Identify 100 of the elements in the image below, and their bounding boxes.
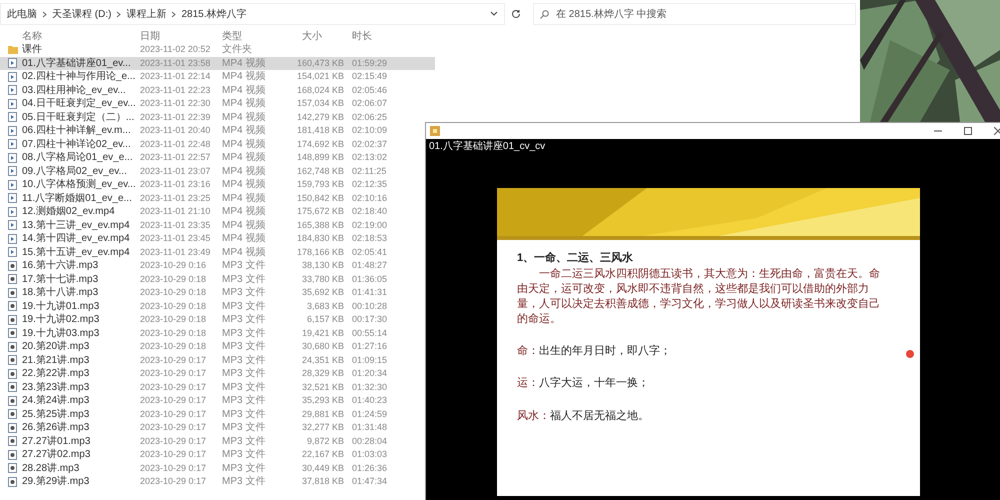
slide-heading: 1、一命、二运、三风水 (517, 250, 634, 266)
file-type: MP3 文件 (222, 366, 266, 382)
file-size: 9,872 KB (306, 434, 344, 448)
column-header[interactable]: 时长 (344, 28, 394, 44)
file-type: MP3 文件 (222, 326, 266, 340)
file-date: 2023-10-29 0:16 (140, 259, 208, 272)
file-type: MP3 文件 (222, 474, 266, 490)
file-duration: 01:31:48 (352, 421, 388, 434)
file-type: MP4 视频 (222, 56, 266, 70)
file-name: 02.四柱十神与作用论_e... (22, 70, 136, 84)
file-name: 19.十九讲02.mp3 (22, 312, 100, 328)
file-date: 2023-10-29 0:18 (140, 286, 208, 299)
file-size: 33,780 KB (302, 272, 344, 286)
file-size: 3,683 KB (306, 300, 344, 312)
file-duration: 00:10:28 (352, 300, 388, 312)
file-size: 165,388 KB (296, 218, 344, 232)
breadcrumb-item[interactable]: 2815.林烨八字 (181, 6, 246, 22)
breadcrumb-item[interactable]: 此电脑 (7, 6, 37, 22)
file-name: 06.四柱十神详解_ev.m... (22, 124, 132, 138)
term-label: 运： (517, 376, 539, 391)
video-file-icon (8, 234, 17, 244)
audio-file-icon (8, 476, 17, 487)
audio-file-icon (8, 409, 17, 420)
breadcrumb-item[interactable]: 天圣课程 (D:) (52, 6, 112, 22)
file-size: 178,166 KB (296, 246, 344, 258)
file-date: 2023-11-01 22:48 (140, 138, 212, 150)
audio-file-icon (8, 382, 17, 392)
file-name: 21.第21讲.mp3 (22, 354, 90, 368)
term-text: 出生的年月日时，即八字； (539, 344, 671, 358)
file-name: 19.十九讲03.mp3 (22, 326, 100, 340)
file-duration: 02:02:37 (352, 138, 388, 150)
file-type: MP3 文件 (222, 286, 266, 300)
file-type: MP3 文件 (222, 258, 266, 274)
file-date: 2023-10-29 0:17 (140, 421, 208, 434)
file-type: MP3 文件 (222, 354, 266, 368)
file-duration: 00:28:04 (352, 434, 388, 448)
column-header[interactable]: 类型 (222, 28, 282, 44)
file-size: 37,818 KB (302, 475, 344, 488)
term-text: 福人不居无福之地。 (550, 408, 649, 424)
file-name: 27.27讲02.mp3 (22, 448, 92, 462)
file-date: 2023-10-29 0:17 (140, 448, 208, 461)
file-name: 28.28讲.mp3 (22, 462, 80, 476)
search-field[interactable]: 在 2815.林烨八字 中搜索 (533, 3, 856, 25)
file-date: 2023-10-29 0:17 (140, 367, 208, 380)
file-name: 15.第十五讲_ev_ev.mp4 (22, 246, 131, 260)
file-duration: 02:06:07 (352, 97, 388, 110)
audio-file-icon (8, 288, 17, 298)
file-name: 课件 (22, 43, 43, 58)
file-duration: 01:27:16 (352, 340, 388, 353)
video-file-icon (8, 166, 17, 176)
term-label: 风水： (517, 408, 550, 424)
column-header[interactable]: 名称 (22, 28, 140, 44)
file-size: 159,793 KB (296, 178, 344, 191)
file-date: 2023-11-01 23:45 (140, 232, 212, 245)
file-name: 13.第十三讲_ev_ev.mp4 (22, 218, 131, 232)
file-type: MP3 文件 (222, 408, 266, 422)
audio-file-icon (8, 274, 17, 284)
video-file-icon (8, 98, 17, 109)
video-file-icon (8, 193, 17, 204)
audio-file-icon (8, 436, 17, 446)
search-icon (540, 10, 549, 19)
file-size: 22,167 KB (302, 448, 344, 461)
file-type: 文件夹 (222, 42, 253, 58)
file-size: 35,692 KB (302, 286, 344, 299)
file-date: 2023-10-29 0:18 (140, 272, 208, 286)
chevron-right-icon (42, 10, 47, 18)
file-type: MP4 视频 (222, 178, 266, 192)
file-type: MP3 文件 (222, 448, 266, 462)
close-icon[interactable] (994, 127, 1000, 135)
file-date: 2023-10-29 0:17 (140, 434, 208, 448)
file-duration: 01:48:27 (352, 259, 388, 272)
file-name: 20.第20讲.mp3 (22, 340, 90, 354)
file-size: 30,449 KB (302, 462, 344, 474)
chevron-down-icon[interactable] (490, 11, 498, 17)
video-file-icon (8, 206, 17, 217)
file-duration: 02:12:35 (352, 178, 388, 191)
file-size: 35,293 KB (302, 394, 344, 407)
file-name: 23.第23讲.mp3 (22, 380, 90, 394)
column-header[interactable]: 大小 (282, 28, 344, 44)
file-date: 2023-11-01 23:58 (140, 56, 212, 70)
breadcrumb-item[interactable]: 课程上新 (126, 6, 166, 22)
file-size: 32,521 KB (302, 380, 344, 394)
file-type: MP3 文件 (222, 394, 266, 408)
file-duration: 01:26:36 (352, 462, 388, 474)
file-duration: 01:47:34 (352, 475, 388, 488)
video-title: 01.八字基础讲座01_cv_cv (428, 140, 546, 154)
file-name: 14.第十四讲_ev_ev.mp4 (22, 232, 131, 246)
folder-icon (8, 45, 18, 54)
file-duration: 01:09:15 (352, 354, 388, 366)
refresh-icon[interactable] (511, 9, 521, 19)
file-row[interactable]: 01.八字基础讲座01_ev... 2023-11-01 23:58 MP4 视频 160,473 KB 01:59:29 (0, 56, 435, 70)
file-date: 2023-10-29 0:17 (140, 380, 208, 394)
address-bar[interactable]: 此电脑 天圣课程 (D:) 课程上新 2815.林烨八字 (0, 3, 505, 25)
file-size: 142,279 KB (296, 110, 344, 124)
file-type: MP4 视频 (222, 138, 266, 152)
file-date: 2023-10-29 0:18 (140, 326, 208, 340)
file-date: 2023-10-29 0:17 (140, 408, 208, 420)
maximize-icon[interactable] (964, 127, 972, 135)
file-type: MP4 视频 (222, 164, 266, 178)
column-header[interactable]: 日期 (140, 28, 222, 44)
